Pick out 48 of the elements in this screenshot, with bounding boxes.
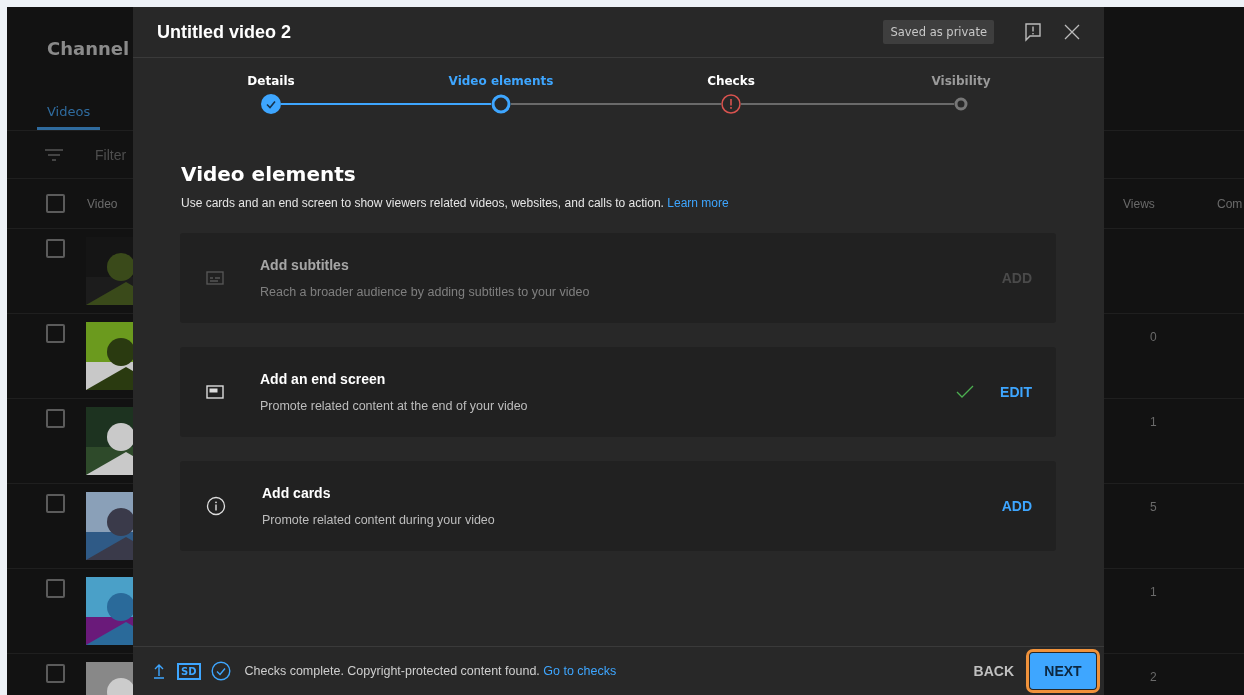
feedback-icon[interactable] [1024,22,1042,42]
card-title: Add cards [262,485,332,501]
screen-icon [206,385,224,399]
learn-more-link[interactable]: Learn more [667,196,729,210]
info-icon [206,496,226,516]
checkbox[interactable] [46,239,65,258]
step-label[interactable]: Checks [707,74,755,94]
checkbox[interactable] [46,664,65,683]
description: Use cards and an end screen to show viewers related videos, websites, and calls to action. Learn more [181,196,729,210]
close-icon[interactable] [1064,24,1080,40]
ring-icon [954,97,968,111]
error-icon [721,94,741,114]
checkbox[interactable] [46,194,65,213]
table-cell: 5 [1150,500,1157,514]
table-cell: 0 [1150,330,1157,344]
action-button[interactable]: EDIT [1000,384,1032,400]
step-label[interactable]: Video elements [448,74,554,94]
card-title: Add subtitles [260,257,350,273]
filter-icon[interactable] [45,148,63,161]
checkbox[interactable] [46,324,65,343]
card-title: Add an end screen [260,371,387,387]
step-label[interactable]: Visibility [931,74,991,94]
checkbox[interactable] [46,409,65,428]
section-heading: Video elements [181,162,357,188]
checkbox[interactable] [46,579,65,598]
quality-badge: SD [177,662,201,680]
card-subtitle: Promote related content during your video [262,513,496,527]
table-cell: 2 [1150,670,1157,684]
action-button[interactable]: ADD [1001,498,1032,514]
table-cell: 1 [1150,415,1157,429]
step-label[interactable]: Details [247,74,295,94]
status-message: Checks complete. Copyright-protected content found. Go to checks [244,664,617,678]
table-cell: 1 [1150,585,1157,599]
page-title: Channel [47,38,130,59]
dialog-title: Untitled video 2 [157,21,292,43]
subtitles-icon [206,271,224,285]
go-to-checks-link[interactable]: Go to checks [543,664,617,678]
column-header: Com [1217,196,1243,211]
column-header: Views [1123,196,1155,211]
upload-icon [153,663,165,679]
card-subtitle: Reach a broader audience by adding subtitles to your video [260,285,591,299]
back-button[interactable]: BACK [965,663,1022,679]
check-circle-icon [210,661,231,681]
checkbox[interactable] [46,494,65,513]
tab[interactable]: Videos [37,90,101,130]
save-status-badge: Saved as private [883,20,994,44]
card-subtitle: Promote related content at the end of your video [260,399,529,413]
column-header: Video [87,196,118,211]
